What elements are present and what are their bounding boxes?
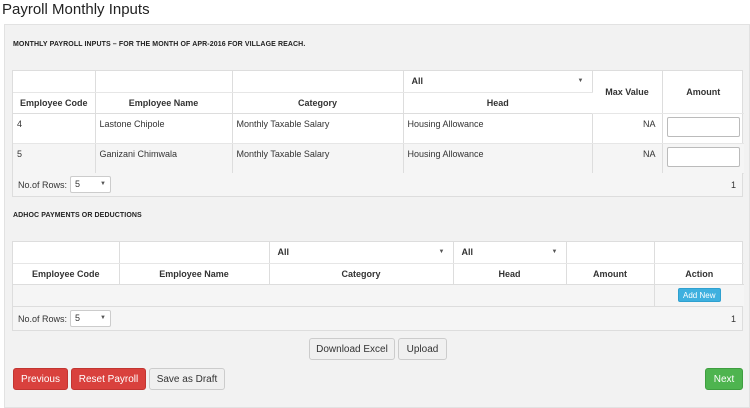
- cell-employee-code: 4: [13, 113, 96, 144]
- monthly-section-title: MONTHLY PAYROLL INPUTS – FOR THE MONTH O…: [13, 41, 306, 48]
- adhoc-filter-category-select[interactable]: All ▼: [269, 242, 454, 264]
- adhoc-pager: No.of Rows: 5 ▼ 1: [12, 307, 743, 331]
- adhoc-col-category[interactable]: Category: [269, 263, 454, 285]
- amount-input[interactable]: [666, 116, 740, 137]
- table-row: 5 Ganizani Chimwala Monthly Taxable Sala…: [13, 143, 744, 174]
- adhoc-section-title: ADHOC PAYMENTS OR DEDUCTIONS: [13, 212, 142, 219]
- reset-payroll-button[interactable]: Reset Payroll: [71, 368, 146, 390]
- cell-max-value: NA: [592, 143, 663, 174]
- filter-employee-code[interactable]: [13, 71, 96, 93]
- rows-value: 5: [75, 313, 81, 323]
- cell-employee-name: Ganizani Chimwala: [95, 143, 233, 174]
- adhoc-col-amount[interactable]: Amount: [566, 263, 655, 285]
- page-number[interactable]: 1: [731, 180, 736, 190]
- rows-per-page-select[interactable]: 5 ▼: [70, 176, 111, 193]
- save-as-draft-button[interactable]: Save as Draft: [149, 368, 225, 390]
- col-category[interactable]: Category: [232, 92, 404, 114]
- previous-button[interactable]: Previous: [13, 368, 68, 390]
- col-amount: Amount: [662, 71, 744, 114]
- filter-head-select[interactable]: All ▼: [403, 71, 593, 93]
- amount-input[interactable]: [666, 146, 740, 167]
- cell-employee-code: 5: [13, 143, 96, 174]
- cell-head: Housing Allowance: [403, 143, 593, 174]
- cell-employee-name: Lastone Chipole: [95, 113, 233, 144]
- filter-category[interactable]: [232, 71, 404, 93]
- filter-employee-name[interactable]: [95, 71, 233, 93]
- caret-down-icon: ▼: [100, 315, 106, 321]
- adhoc-filter-head-value: All: [461, 247, 474, 258]
- cell-max-value: NA: [592, 113, 663, 144]
- col-employee-code[interactable]: Employee Code: [13, 92, 96, 114]
- col-head[interactable]: Head: [403, 92, 592, 114]
- next-button[interactable]: Next: [705, 368, 743, 390]
- page-title: Payroll Monthly Inputs: [2, 1, 150, 18]
- adhoc-filter-employee-code[interactable]: [13, 242, 120, 264]
- adhoc-grid: All ▼ All ▼ Employee Code Employee Name Ca…: [12, 241, 744, 307]
- rows-value: 5: [75, 179, 81, 189]
- page-number[interactable]: 1: [731, 314, 736, 324]
- download-excel-button[interactable]: Download Excel: [309, 338, 395, 360]
- adhoc-col-action: Action: [654, 263, 744, 285]
- upload-button[interactable]: Upload: [398, 338, 447, 360]
- rows-label: No.of Rows:: [18, 314, 68, 324]
- caret-down-icon: ▼: [438, 249, 445, 255]
- adhoc-col-head[interactable]: Head: [453, 263, 567, 285]
- caret-down-icon: ▼: [551, 249, 558, 255]
- cell-category: Monthly Taxable Salary: [232, 143, 404, 174]
- monthly-pager: No.of Rows: 5 ▼ 1: [12, 173, 743, 197]
- caret-down-icon: ▼: [577, 78, 584, 84]
- monthly-inputs-grid: All ▼ Max Value Amount Employee Code Empl…: [12, 70, 744, 175]
- adhoc-filter-head-select[interactable]: All ▼: [453, 242, 567, 264]
- rows-label: No.of Rows:: [18, 180, 68, 190]
- adhoc-col-employee-name[interactable]: Employee Name: [119, 263, 270, 285]
- cell-head: Housing Allowance: [403, 113, 593, 144]
- adhoc-filter-employee-name[interactable]: [119, 242, 270, 264]
- cell-category: Monthly Taxable Salary: [232, 113, 404, 144]
- col-max-value: Max Value: [592, 71, 663, 114]
- adhoc-filter-category-value: All: [277, 247, 290, 258]
- filter-head-value: All: [411, 76, 424, 87]
- add-new-button[interactable]: Add New: [677, 288, 721, 303]
- rows-per-page-select[interactable]: 5 ▼: [70, 310, 111, 327]
- adhoc-col-employee-code[interactable]: Employee Code: [13, 263, 120, 285]
- table-row: 4 Lastone Chipole Monthly Taxable Salary…: [13, 113, 744, 144]
- col-employee-name[interactable]: Employee Name: [95, 92, 233, 114]
- caret-down-icon: ▼: [100, 181, 106, 187]
